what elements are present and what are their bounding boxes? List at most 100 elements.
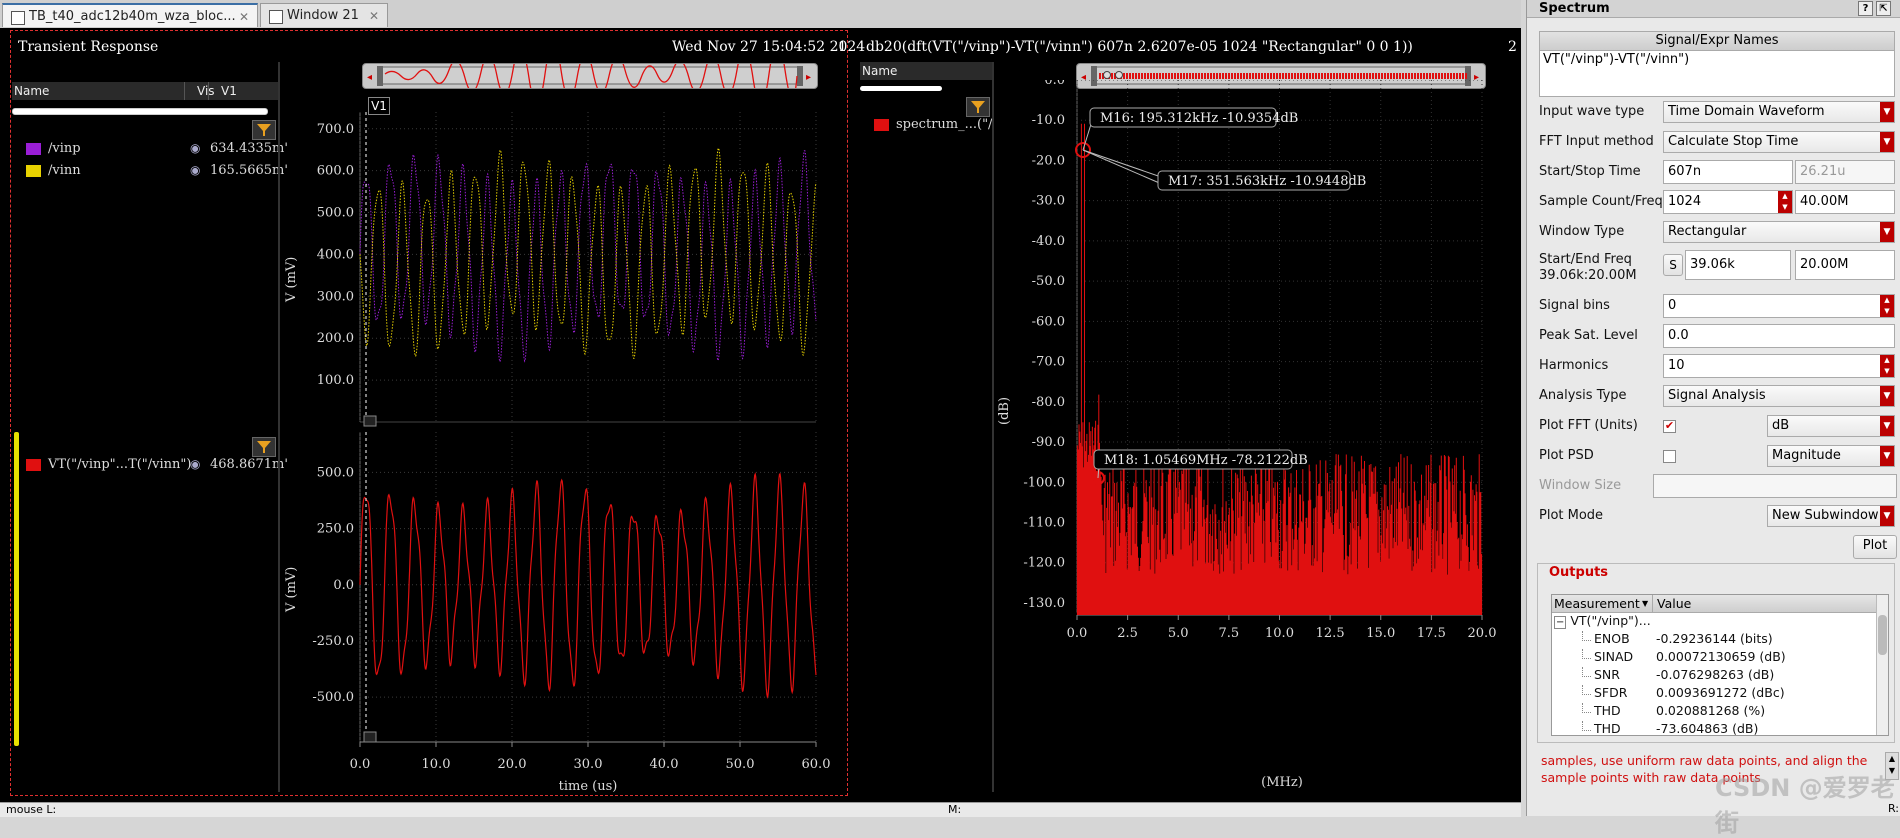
signal-expr-row[interactable]: VT("/vinp")-VT("/vinn") bbox=[1540, 51, 1894, 69]
sample-count-field[interactable]: 1024 ▲ ▼ bbox=[1663, 190, 1793, 214]
signal-name: /vinp bbox=[48, 141, 81, 156]
note-scroll-icon[interactable]: ▲ ▼ bbox=[1885, 752, 1899, 780]
column-v1[interactable]: V1 bbox=[208, 82, 237, 100]
status-m: M: bbox=[948, 803, 962, 816]
fft-input-method-label: FFT Input method bbox=[1539, 134, 1654, 149]
signal-list-scrollbar[interactable] bbox=[860, 86, 942, 91]
list-item[interactable]: /vinp ◉ 634.4335m' bbox=[20, 140, 288, 160]
undock-icon[interactable]: ⇱ bbox=[1876, 1, 1891, 16]
vinn-trace[interactable] bbox=[359, 147, 817, 359]
close-icon[interactable]: ✕ bbox=[369, 4, 379, 28]
column-value[interactable]: Value bbox=[1652, 595, 1691, 612]
tab-label: Window 21 bbox=[287, 8, 359, 23]
table-row[interactable]: SINAD 0.00072130659 (dB) bbox=[1552, 649, 1872, 667]
plot-fft-checkbox[interactable]: ✔ bbox=[1663, 420, 1676, 433]
column-measurement[interactable]: Measurement bbox=[1554, 595, 1640, 612]
harmonics-field[interactable]: 10 ▲ ▼ bbox=[1663, 354, 1895, 378]
select-value: Rectangular bbox=[1668, 224, 1747, 239]
sample-count-label: Sample Count/Freq bbox=[1539, 194, 1663, 209]
plot-button[interactable]: Plot bbox=[1853, 535, 1897, 559]
table-row[interactable]: SNR -0.076298263 (dB) bbox=[1552, 667, 1872, 685]
close-icon[interactable]: ✕ bbox=[239, 5, 249, 29]
plot-fft-units-select[interactable]: dB ▼ bbox=[1767, 415, 1895, 437]
signal-color-swatch bbox=[26, 459, 41, 471]
signal-name: VT("/vinp"...T("/vinn") bbox=[48, 457, 192, 472]
y-tick-label: 250.0 bbox=[317, 522, 354, 537]
zoom-overview-strip[interactable]: ◂ ▸ bbox=[362, 63, 818, 89]
fft-input-method-select[interactable]: Calculate Stop Time ▼ bbox=[1663, 131, 1895, 153]
table-row[interactable]: THD -73.604863 (dB) bbox=[1552, 721, 1872, 735]
field-value: 10 bbox=[1668, 358, 1685, 373]
eye-icon[interactable]: ◉ bbox=[190, 141, 200, 155]
table-row[interactable]: ENOB -0.29236144 (bits) bbox=[1552, 631, 1872, 649]
difference-trace[interactable] bbox=[359, 472, 817, 699]
peak-sat-field[interactable]: 0.0 bbox=[1663, 324, 1895, 348]
stepper-icon[interactable]: ▲ ▼ bbox=[1880, 355, 1894, 377]
top-plot[interactable]: 700.0 600.0 500.0 400.0 300.0 200.0 100.0 V (m… bbox=[280, 112, 840, 432]
spectrum-trace[interactable] bbox=[1076, 123, 1483, 615]
signal-bins-label: Signal bins bbox=[1539, 298, 1610, 313]
column-name[interactable]: Name bbox=[14, 82, 49, 100]
collapse-icon[interactable]: − bbox=[1554, 616, 1567, 629]
signal-expr-table[interactable]: Signal/Expr Names VT("/vinp")-VT("/vinn"… bbox=[1539, 31, 1895, 97]
window-type-select[interactable]: Rectangular ▼ bbox=[1663, 221, 1895, 243]
filter-icon[interactable] bbox=[252, 437, 276, 457]
signal-name: spectrum_...("/vi bbox=[896, 117, 992, 132]
input-wave-type-select[interactable]: Time Domain Waveform ▼ bbox=[1663, 101, 1895, 123]
s-button[interactable]: S bbox=[1663, 254, 1683, 276]
plot-mode-select[interactable]: New Subwindow ▼ bbox=[1767, 505, 1895, 527]
filter-icon[interactable] bbox=[966, 97, 990, 117]
tab-transient[interactable]: TB_t40_adc12b40m_wza_bloc... ✕ bbox=[2, 3, 258, 27]
plot-psd-checkbox[interactable] bbox=[1663, 450, 1676, 463]
marker-handle-icon[interactable] bbox=[363, 731, 377, 743]
tab-window-21[interactable]: Window 21 ✕ bbox=[260, 3, 388, 27]
eye-icon[interactable]: ◉ bbox=[190, 163, 200, 177]
sort-icon[interactable]: ▼ bbox=[1642, 595, 1648, 612]
table-row[interactable]: THD 0.020881268 (%) bbox=[1552, 703, 1872, 721]
outputs-table[interactable]: Measurement ▼ Value − VT("/vinp")... ENO… bbox=[1551, 594, 1889, 736]
x-tick-label: 2.5 bbox=[1117, 626, 1138, 641]
x-tick-label: 30.0 bbox=[574, 757, 603, 772]
help-icon[interactable]: ? bbox=[1858, 1, 1873, 16]
outputs-scrollbar[interactable] bbox=[1876, 595, 1888, 735]
start-end-freq-label: Start/End Freq bbox=[1539, 252, 1632, 267]
signal-value: 634.4335m' bbox=[210, 141, 288, 156]
select-value: New Subwindow bbox=[1772, 508, 1879, 523]
sample-freq-field[interactable]: 40.00M bbox=[1795, 190, 1895, 214]
window-size-label: Window Size bbox=[1539, 478, 1622, 493]
start-time-field[interactable]: 607n bbox=[1663, 160, 1793, 184]
pane-title: Transient Response bbox=[18, 39, 159, 55]
measurement-name: THD bbox=[1594, 703, 1621, 718]
stepper-icon[interactable]: ▲ ▼ bbox=[1778, 191, 1792, 213]
bottom-plot[interactable]: 500.0 250.0 0.0 -250.0 -500.0 0.0 10.0 20.0 30.0… bbox=[280, 432, 840, 800]
plot-psd-select[interactable]: Magnitude ▼ bbox=[1767, 445, 1895, 467]
plot-psd-label: Plot PSD bbox=[1539, 448, 1594, 463]
chevron-down-icon: ▼ bbox=[1880, 132, 1894, 152]
analysis-type-label: Analysis Type bbox=[1539, 388, 1627, 403]
tree-connector bbox=[1582, 631, 1591, 641]
list-item[interactable]: VT("/vinp"...T("/vinn") ◉ 468.8671m' bbox=[20, 456, 288, 476]
group-label: VT("/vinp")... bbox=[1570, 613, 1651, 628]
tree-connector bbox=[1582, 649, 1591, 659]
spectrum-plot[interactable]: 0.0 -10.0 -20.0 -30.0 -40.0 -50.0 -60.0 -70.0 -8… bbox=[994, 80, 1514, 800]
analysis-type-select[interactable]: Signal Analysis ▼ bbox=[1663, 385, 1895, 407]
signal-bins-field[interactable]: 0 ▲ ▼ bbox=[1663, 294, 1895, 318]
signal-list-scrollbar[interactable] bbox=[12, 108, 268, 115]
list-item[interactable]: /vinn ◉ 165.5665m' bbox=[20, 162, 288, 182]
panel-title-text: Spectrum bbox=[1539, 1, 1610, 16]
end-freq-field[interactable]: 20.00M bbox=[1795, 250, 1895, 280]
start-stop-time-label: Start/Stop Time bbox=[1539, 164, 1641, 179]
chevron-down-icon: ▼ bbox=[1880, 222, 1894, 242]
stepper-icon[interactable]: ▲ ▼ bbox=[1880, 295, 1894, 317]
list-item[interactable]: spectrum_...("/vi bbox=[868, 116, 992, 136]
status-r: R: bbox=[1888, 802, 1900, 815]
y-tick-label: -110.0 bbox=[1023, 515, 1065, 530]
table-row[interactable]: SFDR 0.0093691272 (dBc) bbox=[1552, 685, 1872, 703]
stop-time-field: 26.21u bbox=[1795, 160, 1895, 184]
marker-handle-icon[interactable] bbox=[363, 415, 377, 427]
eye-icon[interactable]: ◉ bbox=[190, 457, 200, 471]
outputs-group-row[interactable]: − VT("/vinp")... bbox=[1554, 613, 1651, 629]
start-freq-field[interactable]: 39.06k bbox=[1685, 250, 1791, 280]
filter-icon[interactable] bbox=[252, 120, 276, 140]
column-name[interactable]: Name bbox=[862, 62, 897, 80]
